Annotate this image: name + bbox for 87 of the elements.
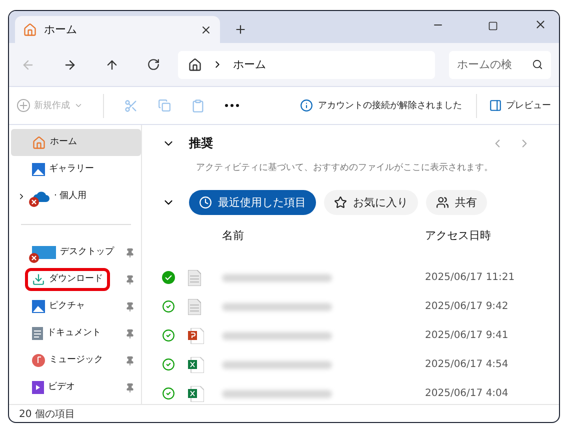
sidebar-label: ピクチャ (49, 301, 85, 312)
picture-icon (32, 300, 45, 313)
sidebar-label: · 個人用 (54, 191, 87, 202)
powerpoint-file-icon (188, 328, 204, 344)
section-description: アクティビティに基づいて、おすすめのファイルがここに表示されます。 (196, 162, 494, 174)
sidebar-item[interactable]: ホーム (11, 129, 141, 156)
sidebar-item[interactable]: ミュージック (11, 347, 141, 374)
sidebar-label: ダウンロード (49, 274, 103, 285)
text-file-icon (188, 270, 201, 286)
date-cell-text: 2025/06/17 4:54 (425, 358, 510, 372)
new-tab-button[interactable] (234, 23, 247, 36)
pin-icon (125, 302, 135, 312)
filter-tab[interactable]: 共有 (426, 190, 487, 215)
star-icon (334, 196, 347, 209)
address-location: ホーム (233, 57, 266, 72)
expand-chevron-icon (17, 192, 26, 201)
text-file-icon (188, 298, 201, 314)
pin-icon (125, 274, 135, 284)
sidebar-item[interactable]: ピクチャ (11, 293, 141, 320)
address-bar[interactable]: ホーム (178, 50, 435, 78)
section-title: 推奨 (189, 135, 213, 152)
sidebar-item[interactable]: デスクトップ (11, 239, 141, 266)
tab[interactable]: ホーム (15, 16, 220, 43)
search-icon (532, 59, 543, 70)
close-icon (534, 18, 547, 31)
info-icon (300, 99, 313, 112)
date-cell-text: 2025/06/17 9:42 (425, 300, 510, 314)
music-icon (32, 354, 45, 367)
refresh-button[interactable] (147, 58, 160, 71)
column-header[interactable]: アクセス日時 (425, 215, 535, 263)
date-cell-text: 2025/06/17 4:04 (425, 387, 510, 401)
panel-icon (489, 99, 502, 112)
sidebar-label: ミュージック (49, 355, 103, 366)
sidebar-label: ギャラリー (49, 164, 94, 175)
excel-file-icon (188, 386, 204, 402)
plus-circle-icon (17, 99, 30, 112)
home-icon (23, 22, 37, 36)
item-count: 20 個の項目 (19, 408, 75, 420)
pin-icon (125, 356, 135, 366)
copy-icon (158, 99, 171, 112)
sidebar-item[interactable]: · 個人用 (11, 183, 141, 210)
pin-icon (125, 328, 135, 338)
sidebar-item[interactable]: ビデオ (11, 374, 141, 401)
people-icon (436, 196, 449, 209)
home-icon (188, 58, 202, 72)
error-badge-icon (29, 197, 39, 207)
pin-icon (125, 248, 135, 258)
arrow-left-icon (21, 58, 35, 72)
sidebar-label: デスクトップ (60, 247, 114, 258)
clipboard-icon (191, 98, 205, 112)
date-cell-text: 2025/06/17 9:41 (425, 329, 510, 343)
home-icon (32, 136, 46, 150)
close-window-button[interactable] (534, 18, 547, 31)
preview-button[interactable]: プレビュー (489, 99, 551, 112)
more-icon (225, 104, 239, 107)
more-button[interactable] (225, 104, 239, 107)
clock-icon (199, 196, 212, 209)
arrow-up-icon (105, 58, 119, 72)
close-icon (200, 24, 212, 36)
scissors-icon (124, 98, 138, 112)
sidebar-label: ホーム (50, 137, 77, 148)
refresh-icon (147, 58, 160, 71)
pin-icon (125, 382, 135, 392)
up-button[interactable] (105, 58, 119, 72)
filter-tab[interactable]: 最近使用した項目 (189, 190, 316, 215)
plus-icon (234, 23, 247, 36)
filter-tab[interactable]: お気に入り (324, 190, 418, 215)
search-field[interactable]: ホームの検 (449, 50, 551, 78)
notice-text: アカウントの接続が解除されました (318, 100, 462, 112)
sidebar-item[interactable]: ギャラリー (11, 156, 141, 183)
column-header[interactable]: 名前 (222, 215, 425, 263)
video-icon (32, 381, 44, 394)
excel-file-icon (188, 356, 204, 372)
error-badge-icon (29, 253, 39, 263)
sidebar-label: ビデオ (48, 382, 75, 393)
picture-icon (32, 163, 45, 176)
download-icon (32, 273, 45, 286)
date-cell-text: 2025/06/17 11:21 (425, 271, 516, 285)
close-tab-button[interactable] (200, 24, 212, 36)
chevron-down-icon (74, 101, 83, 110)
document-icon (32, 327, 43, 340)
forward-button[interactable] (63, 58, 77, 72)
maximize-button[interactable] (488, 21, 498, 31)
tab-label: ホーム (44, 22, 77, 37)
sidebar-item[interactable]: ドキュメント (11, 320, 141, 347)
sidebar-label: ドキュメント (47, 328, 101, 339)
maximize-icon (488, 21, 498, 31)
